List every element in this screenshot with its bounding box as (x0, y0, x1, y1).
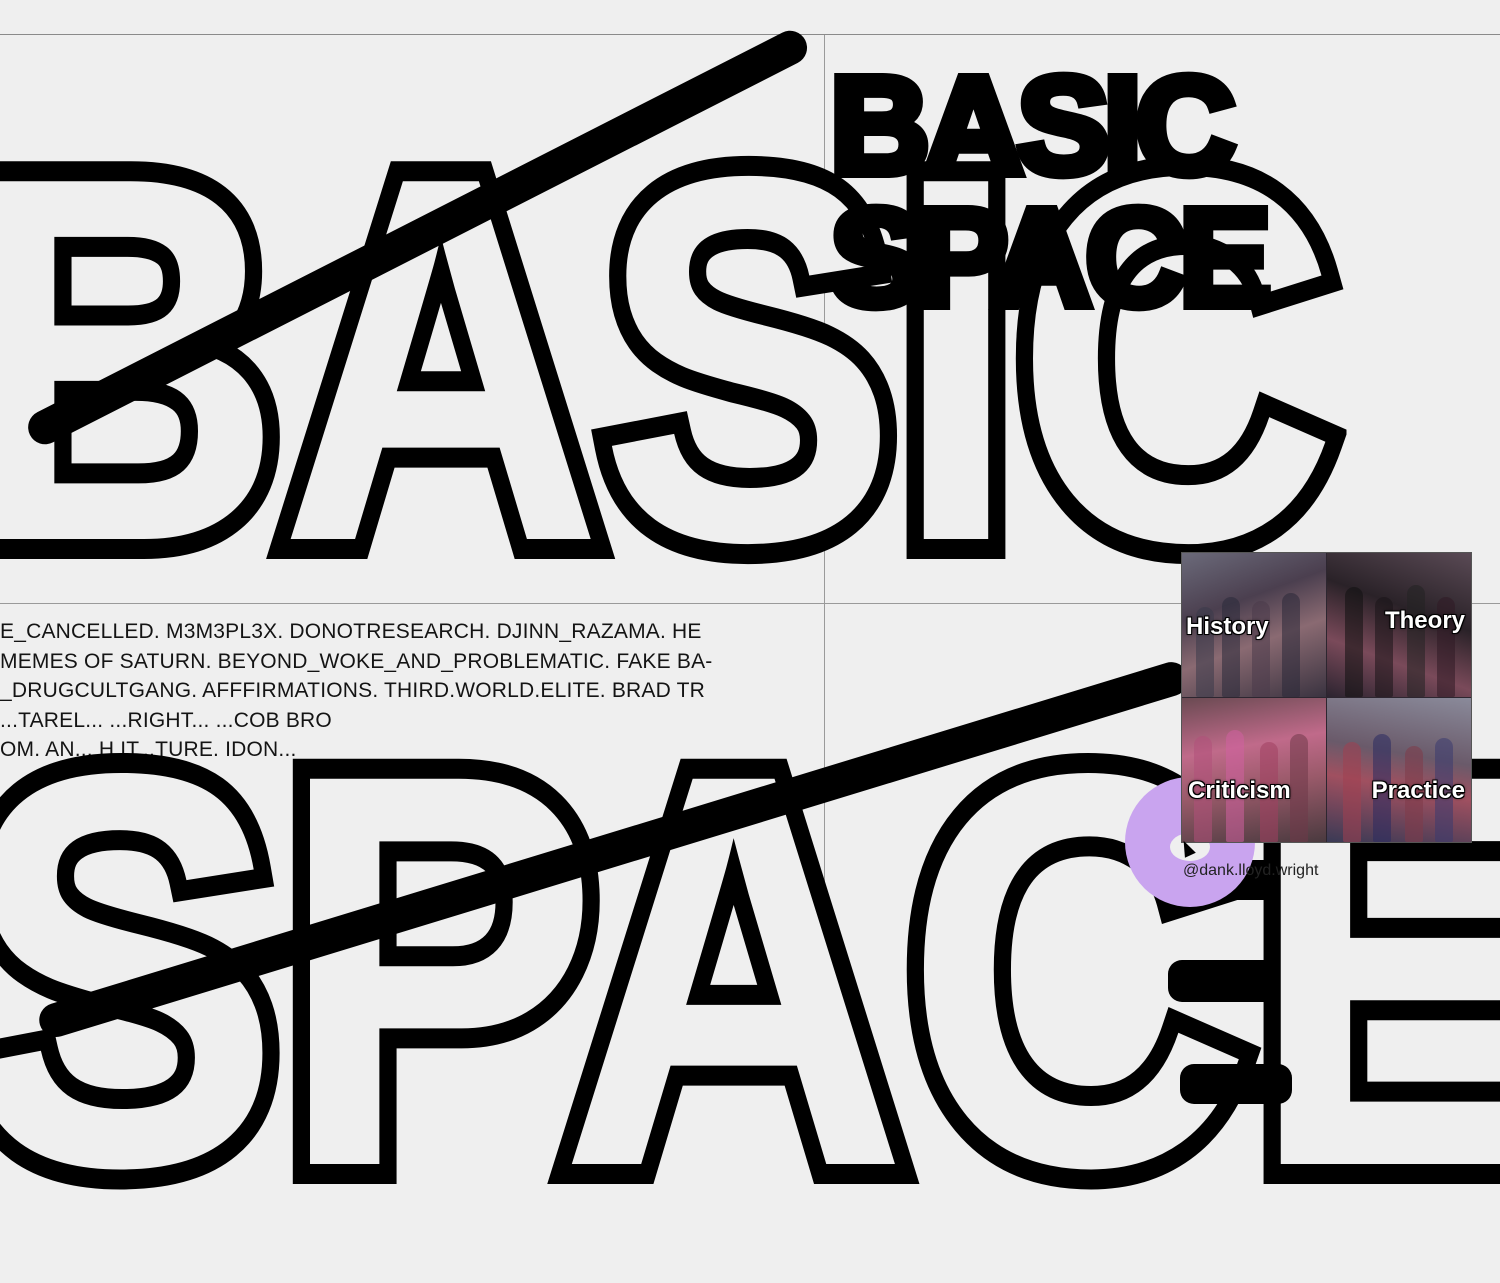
top-bar (0, 0, 1500, 35)
tile-history[interactable]: History (1182, 553, 1326, 697)
tile-label: History (1186, 613, 1269, 640)
punctuation-shape (1168, 960, 1278, 1002)
tile-label: Criticism (1188, 777, 1291, 804)
tile-label: Practice (1371, 777, 1465, 804)
tile-practice[interactable]: Practice (1327, 698, 1471, 842)
logo[interactable]: BASIC SPACE (825, 49, 1276, 335)
tile-theory[interactable]: Theory (1327, 553, 1471, 697)
credit-handle[interactable]: @dank.lloyd.wright (1183, 862, 1318, 880)
tile-criticism[interactable]: Criticism (1182, 698, 1326, 842)
punctuation-shape (1180, 1064, 1292, 1104)
logo-line: SPACE (825, 181, 1276, 335)
tile-label: Theory (1384, 607, 1465, 634)
logo-line: BASIC (825, 49, 1240, 203)
image-panel[interactable]: History Theory Criticism Practice (1181, 552, 1472, 843)
